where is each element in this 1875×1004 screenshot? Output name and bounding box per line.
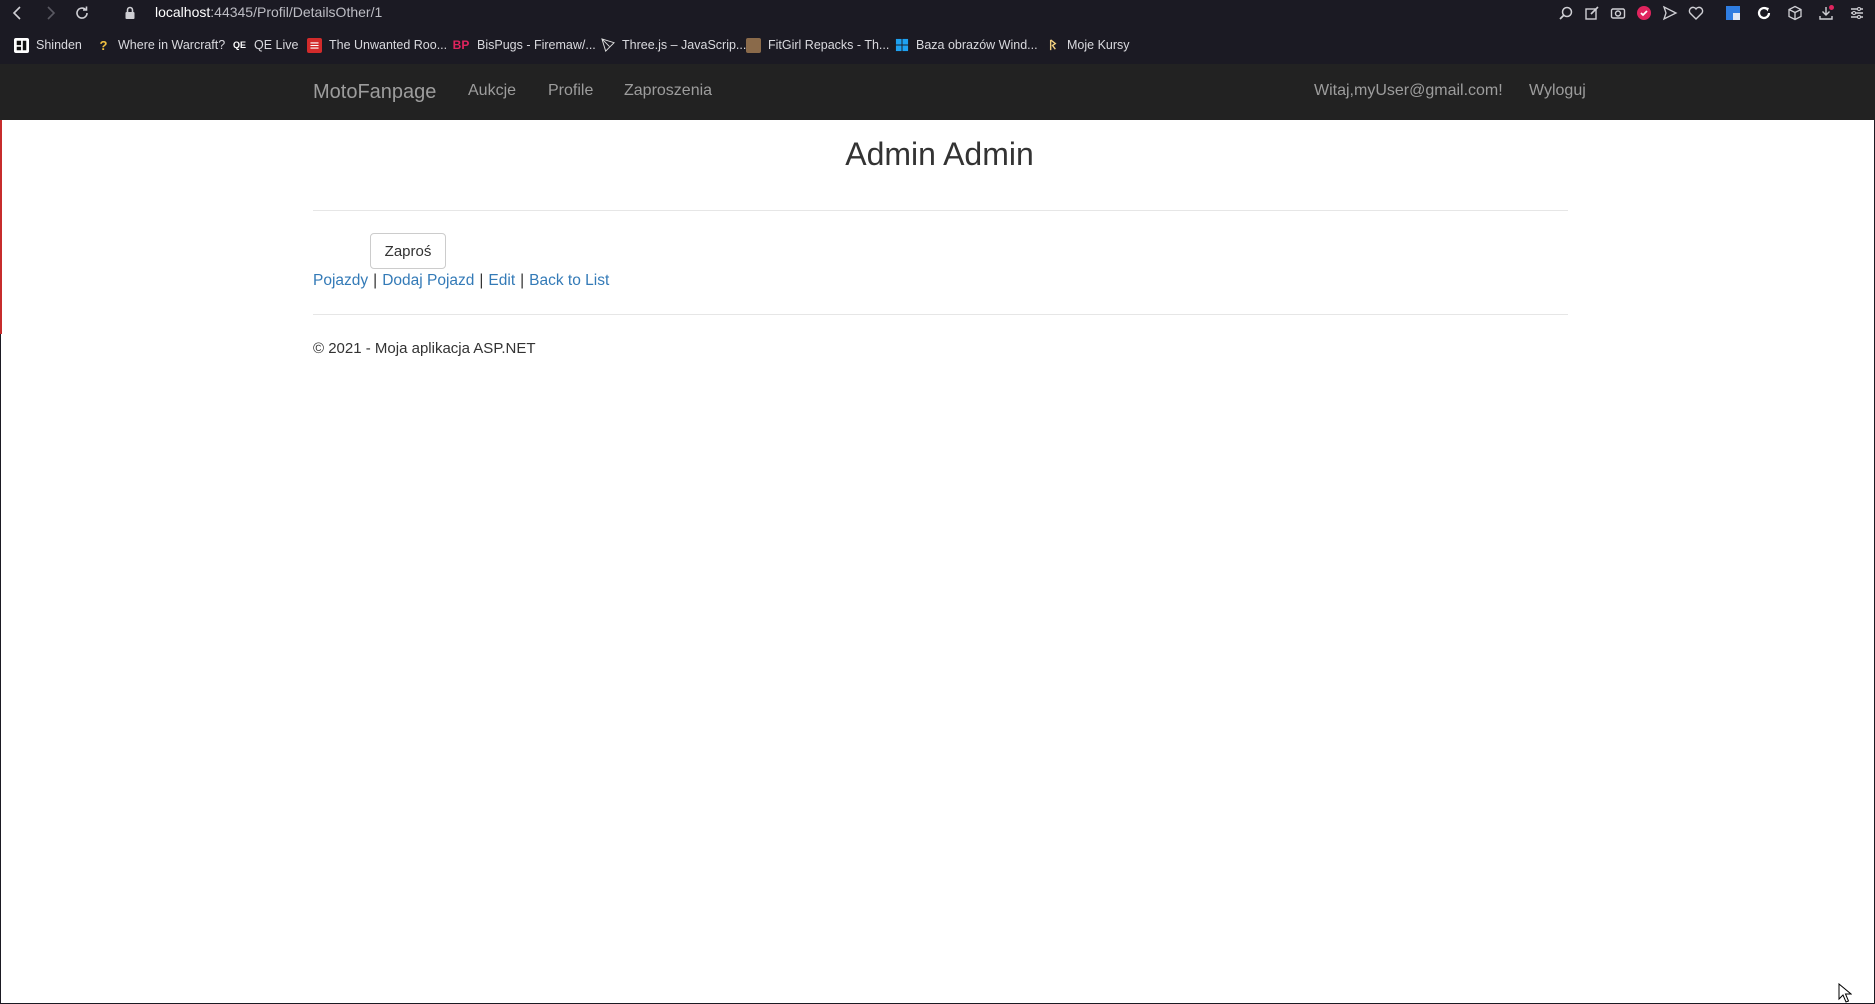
translate-icon[interactable]	[1722, 2, 1744, 24]
edit-icon[interactable]	[1581, 2, 1603, 24]
user-greeting-link[interactable]: Witaj,myUser@gmail.com!	[1314, 82, 1503, 100]
question-icon: ?	[99, 37, 108, 53]
footer-text: © 2021 - Moja aplikacja ASP.NET	[313, 340, 536, 357]
edit-link[interactable]: Edit	[488, 272, 515, 289]
url-path: :44345/Profil/DetailsOther/1	[210, 4, 383, 20]
bookmark-label: Three.js – JavaScrip...	[622, 38, 747, 52]
address-bar[interactable]: localhost:44345/Profil/DetailsOther/1	[155, 4, 382, 20]
action-links: Pojazdy | Dodaj Pojazd | Edit | Back to List	[313, 272, 609, 290]
link-separator: |	[373, 272, 378, 289]
bookmark-label: Baza obrazów Wind...	[916, 38, 1038, 52]
back-button[interactable]	[7, 2, 29, 24]
download-icon[interactable]	[1815, 2, 1837, 24]
nav-link-zaproszenia[interactable]: Zaproszenia	[624, 82, 712, 100]
bookmark-label: Where in Warcraft?	[118, 38, 226, 52]
menu-settings-icon[interactable]	[1846, 2, 1868, 24]
kursy-icon	[1045, 38, 1060, 53]
nav-link-aukcje[interactable]: Aukcje	[468, 82, 516, 100]
bookmark-where-in-warcraft[interactable]: ? Where in Warcraft?	[96, 36, 226, 54]
unwanted-icon	[307, 37, 322, 53]
bookmarks-bar: Shinden ? Where in Warcraft? QE QE Live …	[0, 34, 1875, 56]
brand-link[interactable]: MotoFanpage	[313, 81, 436, 104]
dodaj-pojazd-link[interactable]: Dodaj Pojazd	[382, 272, 474, 289]
bookmark-label: FitGirl Repacks - Th...	[768, 38, 890, 52]
qe-icon: QE	[232, 40, 246, 50]
link-separator: |	[479, 272, 484, 289]
pojazdy-link[interactable]: Pojazdy	[313, 272, 368, 289]
nav-link-profile[interactable]: Profile	[548, 82, 593, 100]
logout-link[interactable]: Wyloguj	[1529, 82, 1586, 100]
fitgirl-icon	[746, 37, 761, 53]
left-edge-accent	[0, 120, 2, 334]
threejs-icon	[600, 38, 615, 53]
forward-arrow-icon	[47, 6, 56, 20]
bookmark-threejs[interactable]: Three.js – JavaScrip...	[600, 36, 746, 54]
link-separator: |	[520, 272, 525, 289]
divider	[313, 210, 1568, 211]
refresh-extension-icon[interactable]	[1753, 2, 1775, 24]
send-icon[interactable]	[1659, 2, 1681, 24]
bookmark-baza-obrazow[interactable]: Baza obrazów Wind...	[894, 36, 1038, 54]
bookmark-moje-kursy[interactable]: Moje Kursy	[1045, 36, 1130, 54]
browser-chrome: localhost:44345/Profil/DetailsOther/1 Sh…	[0, 0, 1875, 64]
heart-icon[interactable]	[1685, 2, 1707, 24]
bookmark-label: Moje Kursy	[1067, 38, 1130, 52]
bookmark-label: QE Live	[254, 38, 299, 52]
shinden-icon	[14, 37, 29, 53]
windows-icon	[894, 38, 909, 53]
reload-icon	[76, 6, 88, 19]
bookmark-label: Shinden	[36, 38, 82, 52]
footer-divider	[313, 314, 1568, 315]
bookmark-fitgirl[interactable]: FitGirl Repacks - Th...	[746, 36, 889, 54]
browser-toolbar: localhost:44345/Profil/DetailsOther/1	[0, 0, 1875, 26]
bookmark-label: BisPugs - Firemaw/...	[477, 38, 596, 52]
page-title: Admin Admin	[845, 136, 1034, 172]
bookmark-shinden[interactable]: Shinden	[14, 36, 82, 54]
zoom-icon[interactable]	[1555, 2, 1577, 24]
lock-icon	[119, 2, 141, 24]
bookmark-qe-live[interactable]: QE QE Live	[232, 36, 298, 54]
reload-button[interactable]	[71, 2, 93, 24]
back-to-list-link[interactable]: Back to List	[529, 272, 609, 289]
bookmark-unwanted-room[interactable]: The Unwanted Roo...	[307, 36, 447, 54]
mouse-cursor-icon	[1838, 983, 1852, 1003]
url-host: localhost	[155, 4, 211, 20]
camera-icon[interactable]	[1607, 2, 1629, 24]
forward-button[interactable]	[39, 2, 61, 24]
shield-icon[interactable]	[1633, 2, 1655, 24]
back-arrow-icon	[12, 6, 21, 20]
site-navbar: MotoFanpage Aukcje Profile Zaproszenia W…	[0, 64, 1875, 120]
bookmark-bispugs[interactable]: BP BisPugs - Firemaw/...	[452, 36, 596, 54]
bp-icon: BP	[452, 38, 470, 52]
cube-icon[interactable]	[1784, 2, 1806, 24]
bookmark-label: The Unwanted Roo...	[329, 38, 448, 52]
invite-button[interactable]: Zaproś	[370, 233, 446, 269]
